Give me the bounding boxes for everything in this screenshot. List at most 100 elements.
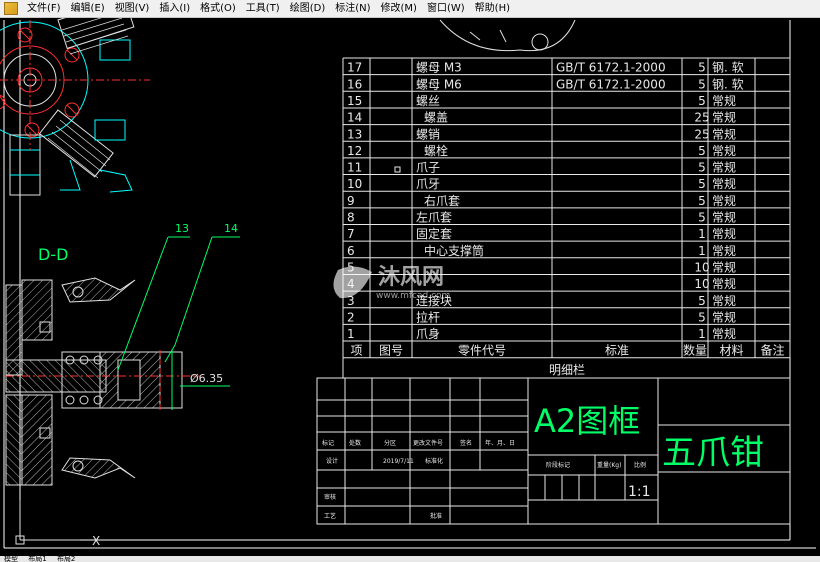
bom-cell-mat: 常规 xyxy=(712,276,736,291)
dimension-diameter: Ø6.35 xyxy=(190,372,223,385)
menu-draw[interactable]: 绘图(D) xyxy=(285,0,331,18)
bom-cell-no: 13 xyxy=(347,127,362,141)
bom-cell-mat: 常规 xyxy=(712,259,736,274)
tab-layout1[interactable]: 布局1 xyxy=(24,556,50,562)
bom-cell-no: 16 xyxy=(347,77,362,91)
menu-insert[interactable]: 插入(I) xyxy=(154,0,195,18)
section-label: D-D xyxy=(38,245,68,264)
section-view xyxy=(5,277,200,486)
bom-cell-qty: 10 xyxy=(694,277,709,291)
bom-cell-mat: 常规 xyxy=(712,293,736,308)
tb-sign: 签名 xyxy=(460,439,472,447)
tab-layout2[interactable]: 布局2 xyxy=(53,556,79,562)
bom-cell-no: 8 xyxy=(347,211,355,225)
tb-ratio: 比例 xyxy=(634,461,646,469)
bom-cell-qty: 5 xyxy=(698,144,706,158)
tb-design-date: 2019/7/11 xyxy=(383,458,414,465)
drawing-svg[interactable]: D-D 13 14 Ø6.35 X 17 螺母 M3 GB/T 6172.1-2… xyxy=(0,0,820,556)
drawing-canvas[interactable]: D-D 13 14 Ø6.35 X 17 螺母 M3 GB/T 6172.1-2… xyxy=(0,0,820,556)
bom-cell-mat: 常规 xyxy=(712,226,736,241)
bom-cell-name: 左爪套 xyxy=(416,210,452,225)
tb-mark: 标记 xyxy=(322,439,334,447)
bom-cell-name: 螺盖 xyxy=(424,111,448,125)
bom-cell-name: 螺母 M6 xyxy=(416,77,462,91)
bom-cell-qty: 5 xyxy=(698,161,706,175)
bom-cell-qty: 1 xyxy=(698,327,706,341)
menu-tools[interactable]: 工具(T) xyxy=(241,0,285,18)
bom-cell-mat: 常规 xyxy=(712,160,736,175)
tb-count: 处数 xyxy=(349,439,361,447)
ucs-x-label: X xyxy=(92,534,100,548)
tb-change-doc: 更改文件号 xyxy=(413,439,443,447)
menu-dimension[interactable]: 标注(N) xyxy=(330,0,375,18)
bom-cell-mat: 常规 xyxy=(712,176,736,191)
bom-cell-no: 12 xyxy=(347,144,362,158)
watermark-text: 沐风网 xyxy=(378,265,444,290)
bom-cell-no: 2 xyxy=(347,310,355,324)
tab-model[interactable]: 模型 xyxy=(0,556,22,562)
tb-design: 设计 xyxy=(326,457,338,465)
bom-header-cell: 备注 xyxy=(760,343,784,358)
bom-cell-name: 爪牙 xyxy=(416,177,440,191)
tb-standardize: 标准化 xyxy=(425,457,443,465)
bom-cell-mat: 钢. 软 xyxy=(712,61,744,75)
bom-cell-name: 固定套 xyxy=(416,226,452,241)
bom-cell-name: 拉杆 xyxy=(416,309,440,324)
bom-cell-mat: 常规 xyxy=(712,326,736,341)
bom-cell-qty: 5 xyxy=(698,310,706,324)
bom-cell-qty: 5 xyxy=(698,77,706,91)
layout-tab-bar: 模型 布局1 布局2 xyxy=(0,556,820,562)
bom-cell-qty: 25 xyxy=(694,111,709,125)
bom-cell-name: 螺销 xyxy=(416,127,440,141)
bom-cell-qty: 5 xyxy=(698,177,706,191)
menu-window[interactable]: 窗口(W) xyxy=(422,0,470,18)
bom-cell-name: 螺丝 xyxy=(416,94,440,108)
menu-bar: 文件(F) 编辑(E) 视图(V) 插入(I) 格式(O) 工具(T) 绘图(D… xyxy=(0,0,820,18)
bom-cell-no: 7 xyxy=(347,227,355,241)
selection-grip[interactable] xyxy=(394,166,401,173)
frame-label: A2图框 xyxy=(534,402,640,440)
menu-view[interactable]: 视图(V) xyxy=(110,0,155,18)
menu-help[interactable]: 帮助(H) xyxy=(470,0,515,18)
bom-cell-qty: 10 xyxy=(694,260,709,274)
bom-cell-std: GB/T 6172.1-2000 xyxy=(556,77,666,91)
bom-cell-name: 中心支撑筒 xyxy=(424,243,484,258)
watermark-url: www.mfcad.com xyxy=(376,291,450,301)
bom-header-cell: 数量 xyxy=(683,343,707,358)
bom-header-cell: 零件代号 xyxy=(458,344,506,358)
bom-cell-qty: 25 xyxy=(694,127,709,141)
bom-cell-mat: 常规 xyxy=(712,143,736,158)
tb-process: 工艺 xyxy=(324,512,336,520)
bom-cell-name: 爪子 xyxy=(416,161,440,175)
bom-cell-name: 右爪套 xyxy=(424,193,460,208)
tb-zone: 分区 xyxy=(384,439,396,447)
bom-cell-no: 10 xyxy=(347,177,362,191)
bom-cell-mat: 常规 xyxy=(712,210,736,225)
bom-cell-std: GB/T 6172.1-2000 xyxy=(556,61,666,75)
bom-cell-no: 1 xyxy=(347,327,355,341)
menu-edit[interactable]: 编辑(E) xyxy=(66,0,110,18)
menu-file[interactable]: 文件(F) xyxy=(22,0,66,18)
bom-cell-qty: 5 xyxy=(698,94,706,108)
bom-cell-mat: 常规 xyxy=(712,193,736,208)
callout-13: 13 xyxy=(175,222,189,235)
app-icon[interactable] xyxy=(4,2,18,15)
bom-table: 17 螺母 M3 GB/T 6172.1-2000 5 钢. 软16 螺母 M6 GB/T … xyxy=(342,57,791,379)
bom-cell-no: 9 xyxy=(347,194,355,208)
tb-weight: 重量(Kg) xyxy=(597,461,621,469)
bom-cell-name: 螺母 M3 xyxy=(416,61,462,75)
menu-format[interactable]: 格式(O) xyxy=(195,0,241,18)
tb-review: 审核 xyxy=(324,493,336,501)
tb-approve: 批准 xyxy=(430,512,442,520)
bom-cell-no: 15 xyxy=(347,94,362,108)
menu-modify[interactable]: 修改(M) xyxy=(376,0,422,18)
bom-cell-qty: 1 xyxy=(698,227,706,241)
bom-cell-mat: 常规 xyxy=(712,110,736,125)
bom-header-cell: 项 xyxy=(350,344,362,358)
bom-cell-no: 17 xyxy=(347,61,362,75)
bom-cell-no: 14 xyxy=(347,111,362,125)
top-partial-view xyxy=(439,19,576,52)
bom-header-cell: 材料 xyxy=(719,344,743,358)
bom-cell-no: 11 xyxy=(347,161,362,175)
tb-date: 年、月、日 xyxy=(485,439,515,447)
